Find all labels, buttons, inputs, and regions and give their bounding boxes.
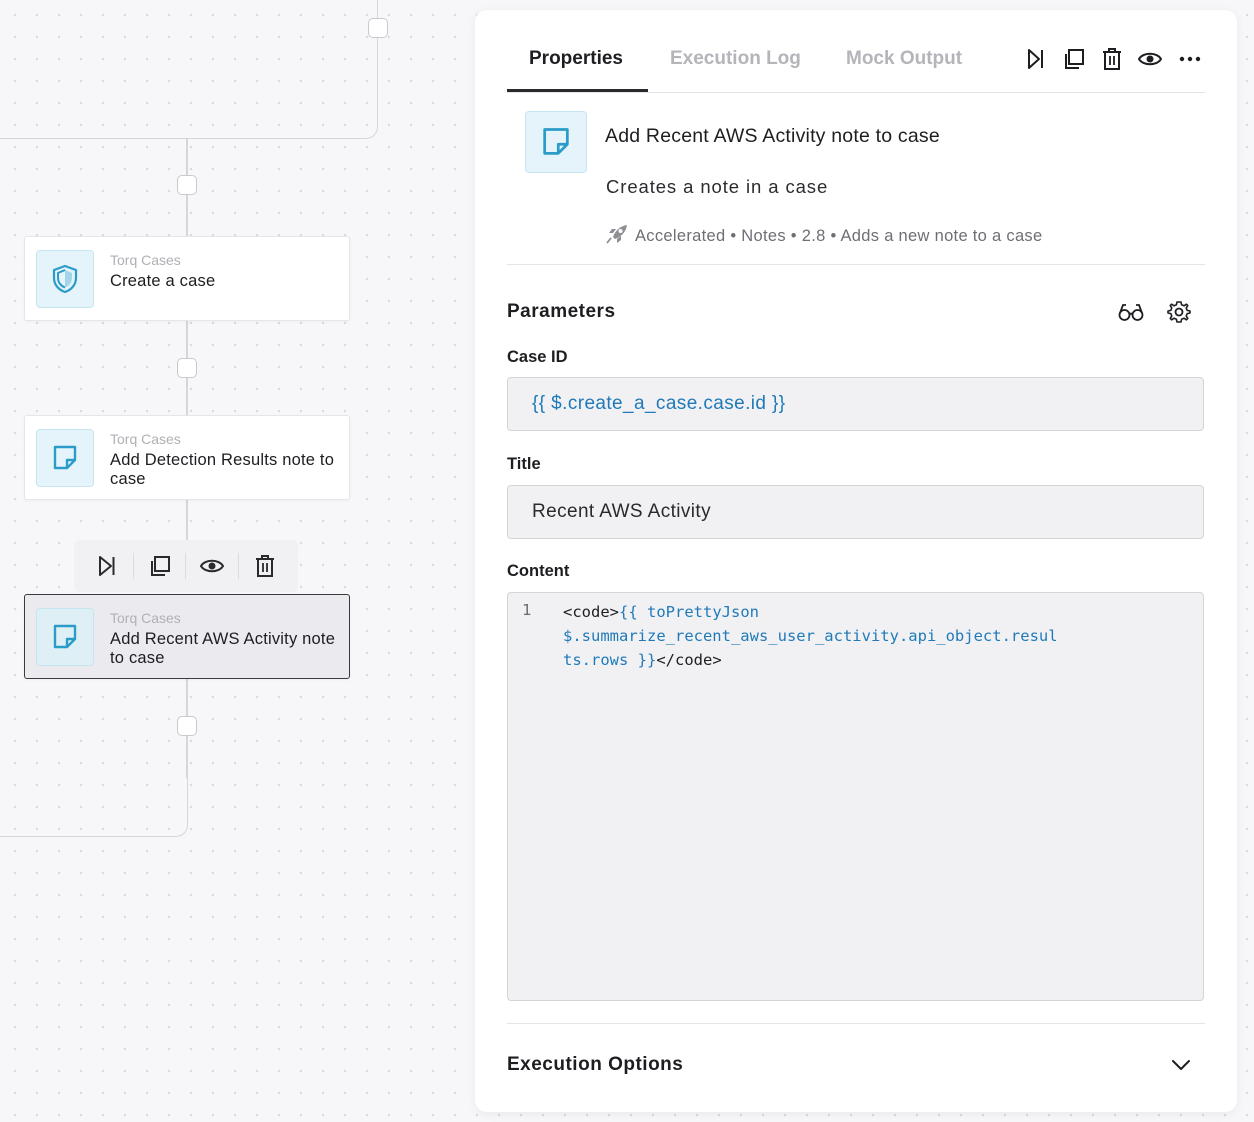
node-name: Add Recent AWS Activity note to case <box>110 630 336 667</box>
step-meta: Accelerated • Notes • 2.8 • Adds a new n… <box>605 223 1042 250</box>
code-content[interactable]: <code>{{ toPrettyJson $.summarize_recent… <box>563 600 1123 672</box>
duplicate-icon[interactable] <box>140 546 180 586</box>
divider <box>507 264 1205 265</box>
toolbar-divider <box>238 553 240 579</box>
connector-port[interactable] <box>177 358 197 378</box>
duplicate-icon[interactable] <box>1061 44 1087 74</box>
execution-options-toggle[interactable]: Execution Options <box>507 1040 1205 1092</box>
delete-trash-icon[interactable] <box>245 546 285 586</box>
code-token: </code> <box>656 651 722 669</box>
preview-eye-icon[interactable] <box>1137 44 1163 74</box>
case-id-label: Case ID <box>507 348 568 366</box>
shield-icon <box>36 250 94 308</box>
case-id-input[interactable]: {{ $.create_a_case.case.id }} <box>507 377 1204 431</box>
node-name: Add Detection Results note to case <box>110 451 335 488</box>
content-label: Content <box>507 562 570 580</box>
code-token-expression: $.summarize_recent_aws_user_activity.api… <box>563 627 1058 645</box>
note-icon <box>36 429 94 487</box>
parent-container-top <box>0 0 378 139</box>
flow-connector <box>186 500 188 540</box>
delete-trash-icon[interactable] <box>1099 44 1125 74</box>
node-provider-label: Torq Cases <box>110 431 181 447</box>
panel-actions <box>1023 44 1205 74</box>
code-token-expression: {{ toPrettyJson <box>619 603 759 621</box>
tab-mock-output[interactable]: Mock Output <box>846 48 962 70</box>
properties-panel: Properties Execution Log Mock Output Add… <box>475 10 1237 1112</box>
workflow-canvas[interactable]: Torq Cases Create a case Torq Cases Add … <box>0 0 475 1122</box>
run-step-icon[interactable] <box>1023 44 1049 74</box>
step-node-add-aws-activity-note[interactable]: Torq Cases Add Recent AWS Activity note … <box>24 594 350 679</box>
content-code-editor[interactable]: 1 <code>{{ toPrettyJson $.summarize_rece… <box>507 592 1204 1001</box>
gear-icon[interactable] <box>1165 298 1193 326</box>
node-provider-label: Torq Cases <box>110 252 181 268</box>
parameters-actions <box>1117 298 1193 326</box>
rocket-icon <box>605 223 629 250</box>
note-icon <box>36 608 94 666</box>
divider <box>507 1023 1205 1024</box>
active-tab-indicator <box>507 89 648 92</box>
parent-container-bottom <box>0 680 188 837</box>
step-title[interactable]: Add Recent AWS Activity note to case <box>605 125 940 148</box>
preview-eye-icon[interactable] <box>192 546 232 586</box>
connector-port[interactable] <box>177 175 197 195</box>
toolbar-divider <box>132 553 134 579</box>
toolbar-divider <box>185 553 187 579</box>
panel-tabs: Properties Execution Log Mock Output <box>507 40 1205 93</box>
more-options-icon[interactable] <box>1175 44 1205 74</box>
line-number: 1 <box>522 601 532 619</box>
run-step-icon[interactable] <box>87 546 127 586</box>
step-node-add-detection-note[interactable]: Torq Cases Add Detection Results note to… <box>24 415 350 500</box>
chevron-down-icon <box>1171 1058 1191 1076</box>
code-token-expression: ts.rows }} <box>563 651 657 669</box>
title-label: Title <box>507 455 541 473</box>
glasses-icon[interactable] <box>1117 298 1145 326</box>
title-input[interactable]: Recent AWS Activity <box>507 485 1204 539</box>
node-name: Create a case <box>110 272 216 290</box>
execution-options-title: Execution Options <box>507 1054 684 1075</box>
step-meta-text: Accelerated • Notes • 2.8 • Adds a new n… <box>635 227 1043 245</box>
parameters-title: Parameters <box>507 301 616 322</box>
connector-port[interactable] <box>177 716 197 736</box>
node-provider-label: Torq Cases <box>110 610 181 626</box>
code-token: <code> <box>563 603 619 621</box>
node-toolbar <box>74 540 298 592</box>
step-description: Creates a note in a case <box>606 176 829 197</box>
tab-properties[interactable]: Properties <box>529 48 623 70</box>
note-icon <box>525 111 587 173</box>
tab-execution-log[interactable]: Execution Log <box>670 48 801 70</box>
step-node-create-case[interactable]: Torq Cases Create a case <box>24 236 350 321</box>
connector-port[interactable] <box>368 18 388 38</box>
